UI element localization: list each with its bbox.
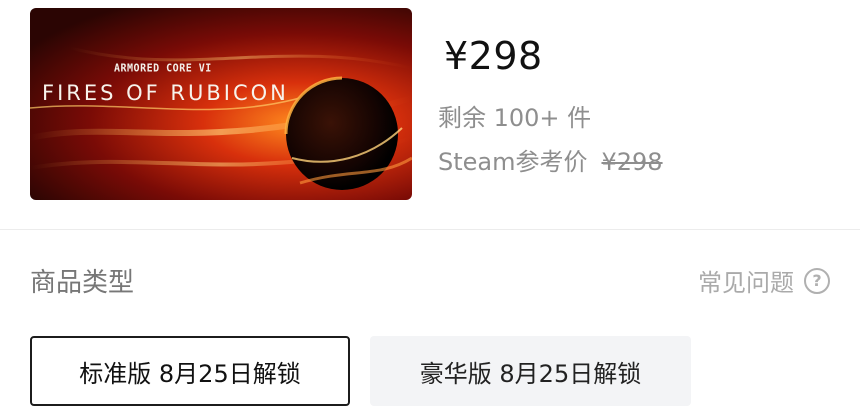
product-purchase-panel: ARMORED CORE VI FIRES OF RUBICON ¥298 剩余…	[0, 0, 860, 412]
steam-ref-price-value: ¥298	[601, 148, 663, 176]
option-standard-edition[interactable]: 标准版 8月25日解锁	[30, 336, 350, 406]
option-deluxe-edition[interactable]: 豪华版 8月25日解锁	[370, 336, 691, 406]
faq-label: 常见问题	[698, 269, 794, 297]
steam-reference-price: Steam参考价 ¥298	[438, 142, 663, 177]
stock-remaining: 剩余 100+ 件	[438, 104, 592, 132]
steam-ref-label: Steam参考价	[438, 148, 588, 176]
faq-link[interactable]: 常见问题 ?	[698, 263, 830, 298]
option-label: 标准版 8月25日解锁	[79, 359, 301, 388]
section-title-product-type: 商品类型	[30, 268, 135, 298]
section-divider	[0, 229, 860, 230]
game-logo-line2: FIRES OF RUBICON	[42, 81, 289, 105]
game-logo: ARMORED CORE VI FIRES OF RUBICON	[30, 8, 290, 118]
product-price: ¥298	[444, 34, 543, 78]
game-cover-image: ARMORED CORE VI FIRES OF RUBICON	[30, 8, 412, 200]
question-mark-icon: ?	[804, 267, 830, 294]
game-logo-line1: ARMORED CORE VI	[114, 62, 212, 75]
option-label: 豪华版 8月25日解锁	[419, 359, 642, 388]
product-type-options: 标准版 8月25日解锁 豪华版 8月25日解锁	[30, 336, 691, 406]
